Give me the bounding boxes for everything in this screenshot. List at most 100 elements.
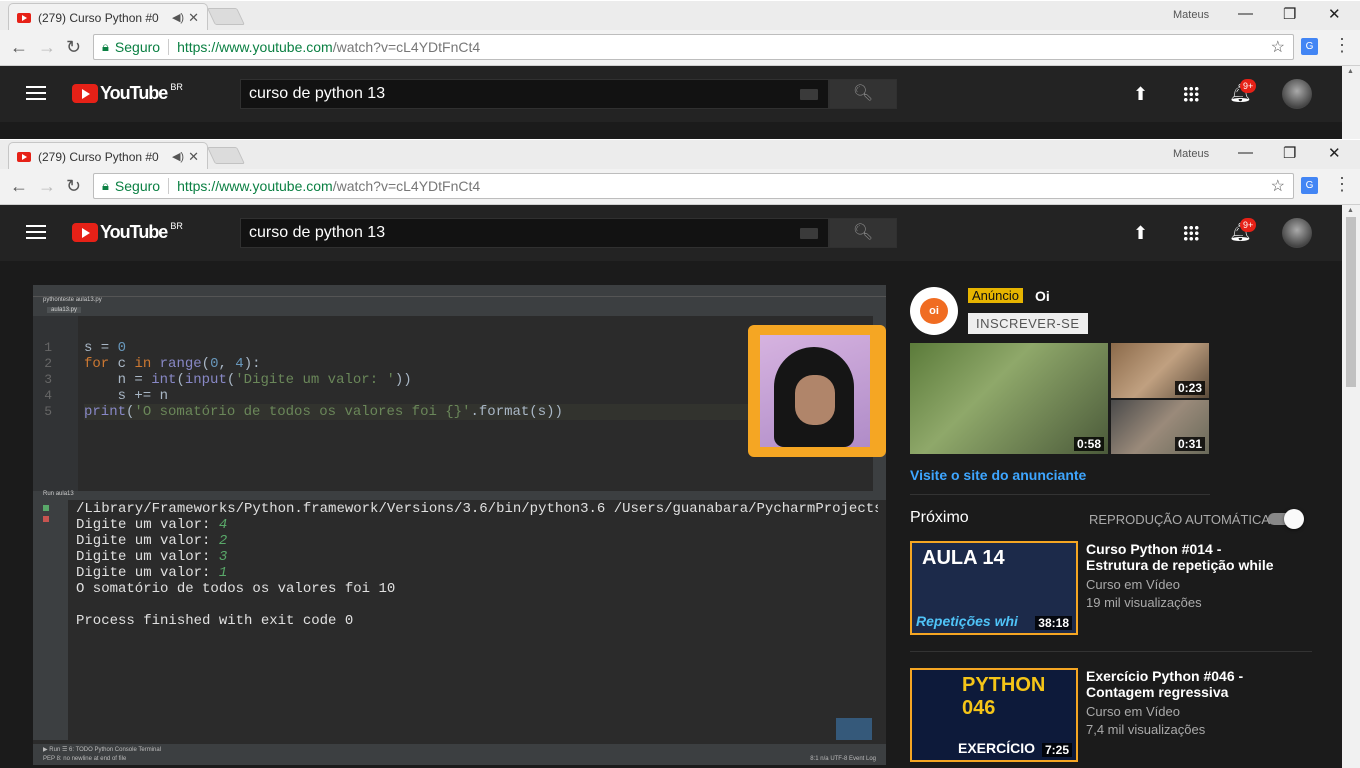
line-number: 3 [44, 372, 52, 387]
ide-status-right: 8:1 n/a UTF-8 Event Log [810, 756, 876, 762]
list-item[interactable]: AULA 14 Repetições whi 38:18 Curso Pytho… [910, 541, 1330, 635]
search-button[interactable]: 🔍︎ [829, 218, 897, 248]
scroll-up-icon[interactable]: ▲ [1347, 207, 1354, 214]
duration-badge: 0:23 [1174, 381, 1205, 395]
thumb-subtitle: EXERCÍCIO [958, 740, 1036, 756]
region-label: BR [170, 81, 183, 92]
video-thumbnail[interactable]: AULA 14 Repetições whi 38:18 [910, 541, 1078, 635]
toggle-knob [1284, 509, 1304, 529]
url-path: /watch?v=cL4YDtFnCt4 [332, 178, 481, 194]
page-scrollbar[interactable]: ▲ [1342, 66, 1360, 139]
search-value: curso de python 13 [249, 85, 386, 102]
channel-watermark[interactable] [836, 718, 872, 740]
webcam-overlay [748, 325, 886, 457]
new-tab-button[interactable] [207, 8, 245, 25]
minimize-icon[interactable]: — [1238, 144, 1253, 161]
line-number: 4 [44, 388, 52, 403]
search-input[interactable]: curso de python 13 [240, 79, 829, 109]
list-item[interactable]: PYTHON 046 EXERCÍCIO 7:25 Exercício Pyth… [910, 668, 1330, 762]
autoplay-toggle[interactable] [1268, 509, 1304, 529]
profile-name[interactable]: Mateus [1173, 148, 1209, 160]
apps-grid-icon[interactable] [1183, 86, 1199, 102]
speaker-icon[interactable]: ◀) [172, 11, 184, 24]
prompt-input: 3 [218, 549, 228, 565]
line-number: 1 [44, 340, 52, 355]
hamburger-menu-icon[interactable] [26, 225, 46, 239]
minimize-icon[interactable]: — [1238, 5, 1253, 22]
speaker-icon[interactable]: ◀) [172, 150, 184, 163]
advertiser-name[interactable]: Oi [1035, 288, 1050, 304]
notification-badge: 9+ [1240, 79, 1257, 93]
keyboard-icon[interactable] [800, 228, 818, 239]
profile-name[interactable]: Mateus [1173, 9, 1209, 21]
scrollbar-thumb[interactable] [1346, 217, 1356, 387]
line-number: 5 [44, 404, 52, 419]
restore-icon[interactable]: ❐ [1283, 144, 1296, 162]
video-title[interactable]: Exercício Python #046 - Contagem regress… [1086, 668, 1286, 700]
video-player[interactable]: pythonteste aula13.py aula13.py 1 2 3 4 … [33, 285, 886, 765]
tab-title: (279) Curso Python #0 [38, 10, 159, 25]
hamburger-menu-icon[interactable] [26, 86, 46, 100]
notification-badge: 9+ [1240, 218, 1257, 232]
bookmark-star-icon[interactable]: ☆ [1271, 37, 1285, 57]
youtube-logo[interactable]: YouTube BR [72, 81, 183, 104]
avatar[interactable] [1282, 218, 1312, 248]
ide-bottom-tabs: ▶ Run ☰ 6: TODO Python Console Terminal [43, 747, 162, 753]
restore-icon[interactable]: ❐ [1283, 5, 1296, 23]
back-icon[interactable]: ← [10, 176, 28, 197]
ide-status-message: PEP 8: no newline at end of file [43, 756, 127, 762]
search-icon: 🔍︎ [852, 85, 874, 102]
visit-advertiser-link[interactable]: Visite o site do anunciante [910, 467, 1086, 483]
browser-tab[interactable]: (279) Curso Python #0 ◀) ✕ [8, 142, 208, 170]
avatar[interactable] [1282, 79, 1312, 109]
page-scrollbar[interactable]: ▲ [1342, 205, 1360, 768]
chrome-menu-icon[interactable]: ⋮ [1333, 174, 1351, 195]
line-gutter: 1 2 3 4 5 [33, 316, 78, 491]
address-bar[interactable]: 🔒︎ Seguro https://www.youtube.com/watch?… [93, 34, 1294, 60]
console-command: /Library/Frameworks/Python.framework/Ver… [76, 501, 878, 517]
close-window-icon[interactable]: ✕ [1328, 5, 1341, 23]
bookmark-star-icon[interactable]: ☆ [1271, 176, 1285, 196]
translate-extension-icon[interactable]: G [1301, 177, 1318, 194]
scroll-up-icon[interactable]: ▲ [1347, 68, 1354, 75]
apps-grid-icon[interactable] [1183, 225, 1199, 241]
advertiser-logo[interactable] [910, 287, 958, 335]
divider [168, 39, 170, 55]
console-result: O somatório de todos os valores foi 10 [76, 581, 396, 597]
duration-badge: 38:18 [1035, 616, 1072, 630]
view-count: 7,4 mil visualizações [1086, 722, 1206, 737]
tab-close-icon[interactable]: ✕ [188, 149, 199, 165]
console-prompt-2: Digite um valor: 2 [76, 533, 227, 549]
translate-extension-icon[interactable]: G [1301, 38, 1318, 55]
channel-name: Curso em Vídeo [1086, 704, 1180, 719]
search-button[interactable]: 🔍︎ [829, 79, 897, 109]
up-next-heading: Próximo [910, 509, 969, 526]
prompt-label: Digite um valor: [76, 565, 219, 581]
back-icon[interactable]: ← [10, 37, 28, 58]
browser-window-front: (279) Curso Python #0 ◀) ✕ Mateus — ❐ ✕ … [0, 139, 1360, 768]
prompt-label: Digite um valor: [76, 549, 219, 565]
search-input[interactable]: curso de python 13 [240, 218, 829, 248]
reload-icon[interactable]: ↻ [66, 176, 81, 197]
ad-video-thumbnail[interactable]: 0:31 [1111, 400, 1209, 454]
close-window-icon[interactable]: ✕ [1328, 144, 1341, 162]
divider [910, 494, 1210, 495]
prompt-input: 1 [218, 565, 228, 581]
address-bar[interactable]: 🔒︎ Seguro https://www.youtube.com/watch?… [93, 173, 1294, 199]
subscribe-button[interactable]: INSCREVER-SE [968, 313, 1088, 334]
upload-icon[interactable]: ⬆ [1133, 84, 1148, 105]
keyboard-icon[interactable] [800, 89, 818, 100]
youtube-logo[interactable]: YouTube BR [72, 221, 183, 243]
ad-video-thumbnail[interactable]: 0:23 [1111, 343, 1209, 398]
reload-icon[interactable]: ↻ [66, 37, 81, 58]
upload-icon[interactable]: ⬆ [1133, 223, 1148, 244]
video-title[interactable]: Curso Python #014 - Estrutura de repetiç… [1086, 541, 1286, 573]
forward-icon[interactable]: → [38, 176, 56, 197]
tab-close-icon[interactable]: ✕ [188, 10, 199, 26]
forward-icon[interactable]: → [38, 37, 56, 58]
new-tab-button[interactable] [207, 147, 245, 164]
browser-tab[interactable]: (279) Curso Python #0 ◀) ✕ [8, 3, 208, 31]
chrome-menu-icon[interactable]: ⋮ [1333, 35, 1351, 56]
ad-video-thumbnail[interactable]: 0:58 [910, 343, 1108, 454]
video-thumbnail[interactable]: PYTHON 046 EXERCÍCIO 7:25 [910, 668, 1078, 762]
